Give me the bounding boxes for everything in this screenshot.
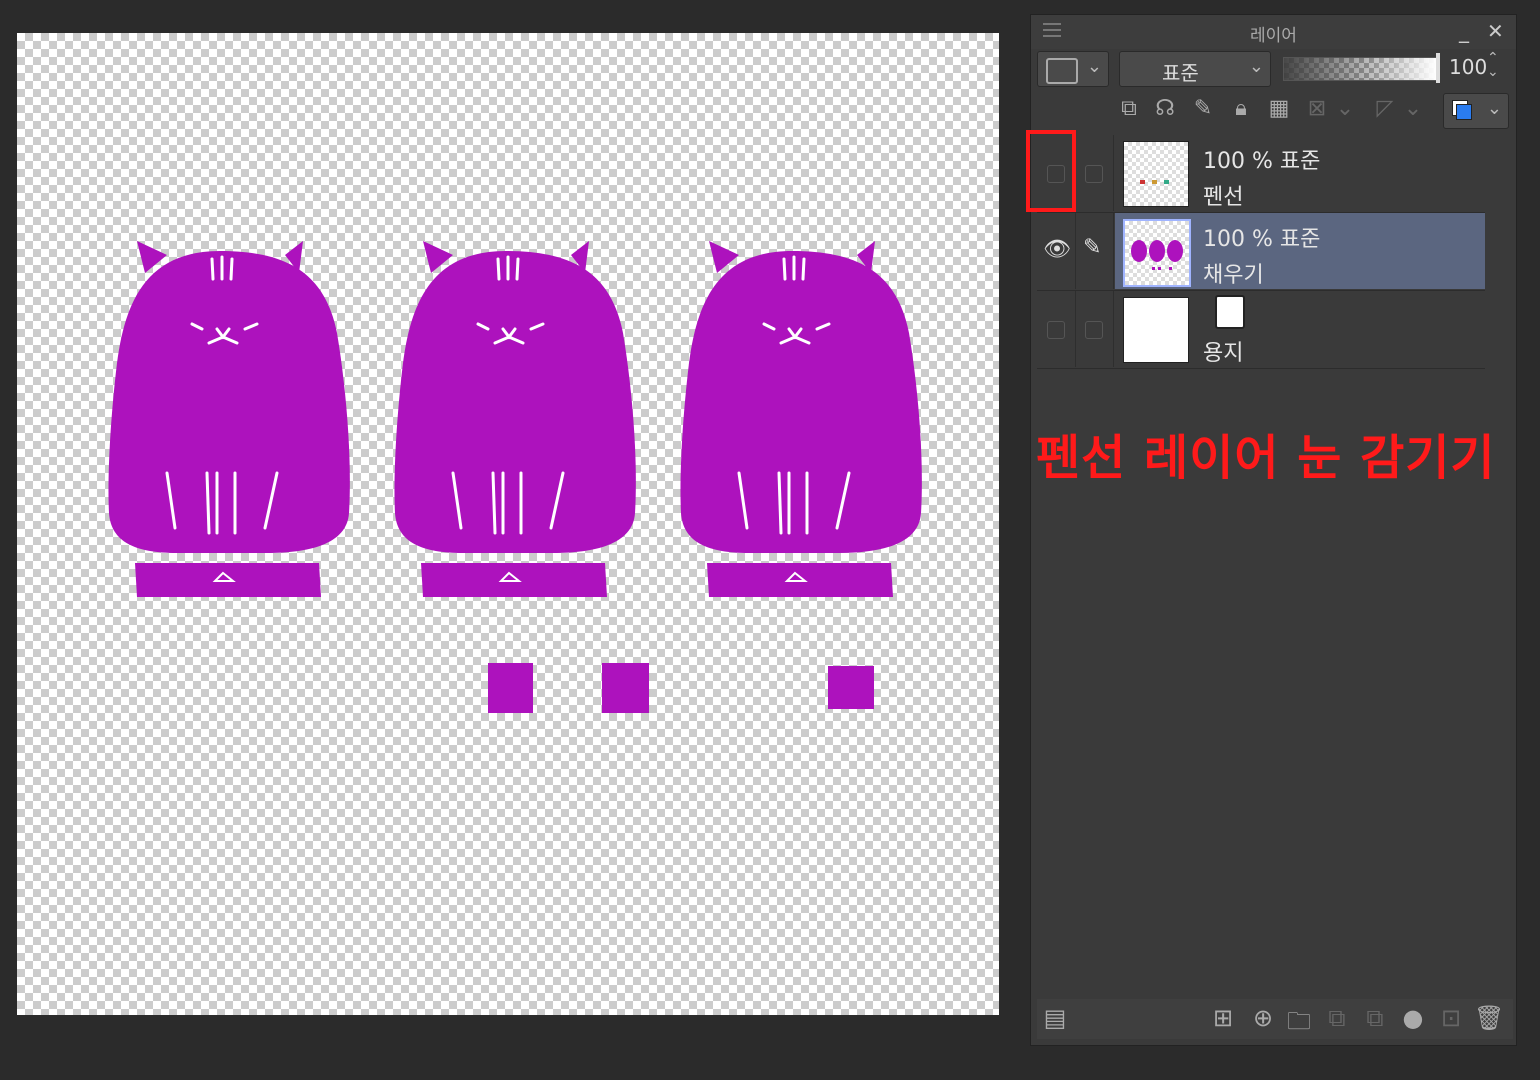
- delete-layer-icon[interactable]: 🗑︎: [1474, 1004, 1504, 1032]
- layer-panel: 레이어 _ ✕ ⌄ 표준 ⌄ 100 ⌃ ⌄ ⧉ ☊ ✎ 🔒︎ ▦ ⊠ ⌄ ◸ ⌄…: [1030, 14, 1517, 1046]
- blend-mode-value: 표준: [1162, 61, 1199, 85]
- reference-icon[interactable]: ☊: [1151, 95, 1179, 123]
- layer-body[interactable]: 100 % 표준 채우기: [1115, 213, 1485, 289]
- chevron-down-icon: ⌄: [1248, 56, 1264, 77]
- cat-figure-1: [106, 239, 352, 599]
- cat-figure-2: [392, 239, 638, 599]
- new-raster-layer-icon[interactable]: ⊞: [1208, 1004, 1238, 1032]
- layer-row-lineart[interactable]: 100 % 표준 펜선: [1037, 135, 1485, 211]
- layer-opacity-mode: 100 % 표준: [1203, 149, 1321, 174]
- color-swatch-icon: [1456, 104, 1472, 120]
- fill-square-2: [602, 663, 649, 713]
- annotation-text: 펜선 레이어 눈 감기기: [1036, 430, 1496, 486]
- cat-figure-3: [678, 239, 924, 599]
- layer-row-paper[interactable]: 용지: [1037, 291, 1485, 367]
- opacity-slider-handle[interactable]: [1436, 53, 1440, 83]
- layer-thumbnail: [1123, 297, 1189, 363]
- eye-toggle-highlight: [1026, 130, 1076, 212]
- visibility-toggle[interactable]: 👁︎: [1037, 213, 1076, 289]
- ruler-icon[interactable]: ◸: [1371, 95, 1399, 123]
- copy-to-lower-icon[interactable]: ⧉: [1322, 1004, 1352, 1032]
- edit-target-toggle[interactable]: [1075, 291, 1114, 367]
- clip-icon[interactable]: ⧉: [1115, 95, 1143, 123]
- apply-mask-icon[interactable]: ⊡: [1436, 1004, 1466, 1032]
- artwork: [106, 239, 924, 713]
- fill-square-1: [488, 663, 533, 713]
- edit-target-toggle[interactable]: [1075, 135, 1114, 211]
- edit-target-icon: [1085, 165, 1103, 183]
- layer-body[interactable]: 100 % 표준 펜선: [1115, 135, 1485, 211]
- panel-title: 레이어: [1250, 26, 1297, 46]
- panel-header: 레이어 _ ✕: [1031, 15, 1516, 49]
- layer-name: 채우기: [1203, 263, 1264, 288]
- blend-mode-select[interactable]: 표준 ⌄: [1119, 51, 1271, 87]
- chevron-down-icon[interactable]: ⌄: [1399, 95, 1427, 123]
- layer-name: 용지: [1203, 341, 1244, 366]
- opacity-spinner[interactable]: ⌃ ⌄: [1487, 51, 1499, 79]
- edit-target-toggle[interactable]: ✎: [1075, 213, 1114, 289]
- mask-add-icon[interactable]: ●: [1398, 1004, 1428, 1032]
- visibility-toggle[interactable]: [1037, 291, 1076, 367]
- layer-row-fill[interactable]: 👁︎ ✎ 100 % 표준 채우기: [1037, 213, 1485, 289]
- mask-icon[interactable]: ⊠: [1303, 95, 1331, 123]
- layer-color-select[interactable]: ⌄: [1037, 51, 1109, 87]
- hidden-eye-icon: [1047, 321, 1065, 339]
- opacity-slider-track[interactable]: [1283, 57, 1437, 81]
- pencil-icon: ✎: [1083, 235, 1102, 260]
- new-vector-layer-icon[interactable]: ⊕: [1248, 1004, 1278, 1032]
- fill-square-3: [828, 666, 874, 709]
- layer-thumbnail: [1123, 219, 1191, 287]
- close-button[interactable]: ✕: [1487, 19, 1504, 43]
- lock-transparency-icon[interactable]: ▦: [1265, 95, 1293, 123]
- drawing-canvas[interactable]: [17, 33, 999, 1015]
- chevron-down-icon[interactable]: ⌄: [1331, 95, 1359, 123]
- layer-body[interactable]: 용지: [1115, 291, 1485, 367]
- eye-icon: 👁︎: [1043, 237, 1071, 262]
- minimize-button[interactable]: _: [1459, 19, 1469, 43]
- layer-name: 펜선: [1203, 185, 1244, 210]
- lock-icon[interactable]: 🔒︎: [1227, 95, 1255, 123]
- layer-property-icon[interactable]: ▤: [1040, 1004, 1070, 1032]
- edit-target-icon: [1085, 321, 1103, 339]
- color-swatch-button[interactable]: ⌄: [1443, 93, 1509, 129]
- layer-color-icon: [1046, 58, 1078, 84]
- new-folder-icon[interactable]: 🗀︎: [1284, 1004, 1314, 1045]
- draft-icon[interactable]: ✎: [1189, 95, 1217, 123]
- chevron-down-icon: ⌄: [1086, 56, 1102, 77]
- canvas-area: [0, 0, 1025, 1080]
- layer-opacity-mode: 100 % 표준: [1203, 227, 1321, 252]
- opacity-value[interactable]: 100: [1449, 55, 1487, 79]
- paper-layer-icon: [1215, 295, 1245, 329]
- chevron-down-icon: ⌄: [1486, 98, 1502, 119]
- merge-lower-icon[interactable]: ⧉: [1360, 1004, 1390, 1032]
- layer-thumbnail: [1123, 141, 1189, 207]
